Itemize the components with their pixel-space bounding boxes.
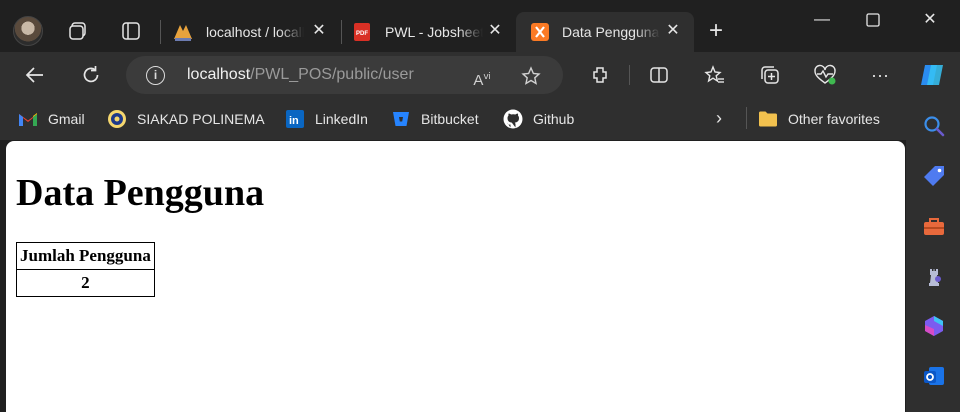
tab-title: localhost / localhost bbox=[206, 24, 304, 40]
toolbar: i localhost/PWL_POS/public/user Aⅵ ··· bbox=[0, 52, 960, 98]
page-title: Data Pengguna bbox=[16, 172, 265, 214]
user-count-value: 2 bbox=[16, 269, 155, 297]
svg-text:PDF: PDF bbox=[356, 31, 368, 37]
games-chess-icon[interactable] bbox=[922, 264, 946, 288]
address-bar[interactable]: i localhost/PWL_POS/public/user Aⅵ bbox=[126, 56, 563, 94]
other-favorites-folder[interactable]: Other favorites bbox=[758, 108, 880, 130]
github-icon bbox=[503, 109, 523, 129]
favorite-star-icon[interactable] bbox=[520, 66, 542, 86]
favorite-bitbucket[interactable]: Bitbucket bbox=[391, 108, 479, 130]
table-header-row: Jumlah Pengguna bbox=[16, 242, 155, 270]
site-info-icon[interactable]: i bbox=[146, 66, 165, 85]
search-icon[interactable] bbox=[922, 114, 946, 138]
collections-icon[interactable] bbox=[757, 62, 783, 88]
extensions-icon[interactable] bbox=[587, 62, 613, 88]
favorite-linkedin[interactable]: in LinkedIn bbox=[285, 108, 368, 130]
edge-sidebar bbox=[906, 98, 960, 412]
tab-data-pengguna[interactable]: Data Pengguna ✕ bbox=[516, 12, 694, 52]
browser-essentials-icon[interactable] bbox=[812, 62, 838, 88]
more-options-icon[interactable]: ··· bbox=[867, 62, 893, 88]
favorite-github[interactable]: Github bbox=[503, 108, 574, 130]
tab-pwl-jobsheet[interactable]: PDF PWL - Jobsheet ✕ bbox=[344, 12, 516, 52]
vertical-tabs-icon[interactable] bbox=[119, 19, 143, 43]
close-tab-icon[interactable]: ✕ bbox=[310, 22, 328, 40]
favorites-icon[interactable] bbox=[702, 62, 728, 88]
copilot-icon[interactable] bbox=[917, 60, 947, 90]
table-header-cell: Jumlah Pengguna bbox=[16, 242, 155, 270]
url-text[interactable]: localhost/PWL_POS/public/user bbox=[187, 66, 414, 84]
back-button[interactable] bbox=[22, 62, 48, 88]
tab-phpmyadmin[interactable]: localhost / localhost ✕ bbox=[166, 12, 340, 52]
tools-toolbox-icon[interactable] bbox=[922, 214, 946, 238]
maximize-button[interactable] bbox=[858, 8, 888, 32]
close-tab-icon[interactable]: ✕ bbox=[664, 22, 682, 40]
web-page: Data Pengguna Jumlah Pengguna 2 bbox=[6, 141, 905, 412]
tab-title: PWL - Jobsheet bbox=[385, 24, 483, 40]
refresh-button[interactable] bbox=[78, 62, 104, 88]
folder-icon bbox=[758, 109, 778, 129]
table-row: 2 bbox=[16, 269, 155, 297]
minimize-button[interactable]: — bbox=[807, 8, 837, 32]
linkedin-icon: in bbox=[285, 109, 305, 129]
outlook-icon[interactable] bbox=[922, 364, 946, 388]
profile-avatar[interactable] bbox=[13, 16, 43, 46]
read-aloud-icon[interactable]: Aⅵ bbox=[471, 66, 493, 89]
favorite-siakad[interactable]: SIAKAD POLINEMA bbox=[107, 108, 265, 130]
polinema-icon bbox=[107, 109, 127, 129]
new-tab-button[interactable]: + bbox=[704, 19, 728, 43]
favorites-bar: Gmail SIAKAD POLINEMA in LinkedIn Bitbuc… bbox=[0, 98, 906, 140]
pdf-icon: PDF bbox=[352, 22, 372, 42]
workspaces-icon[interactable] bbox=[66, 19, 90, 43]
xampp-icon bbox=[530, 22, 550, 42]
close-tab-icon[interactable]: ✕ bbox=[486, 22, 504, 40]
tab-strip: localhost / localhost ✕ PDF PWL - Jobshe… bbox=[0, 0, 960, 52]
microsoft-365-icon[interactable] bbox=[922, 314, 946, 338]
close-window-button[interactable]: ✕ bbox=[915, 8, 945, 32]
split-screen-icon[interactable] bbox=[646, 62, 672, 88]
phpmyadmin-icon bbox=[172, 21, 194, 43]
favorite-gmail[interactable]: Gmail bbox=[18, 108, 85, 130]
bitbucket-icon bbox=[391, 109, 411, 129]
gmail-icon bbox=[18, 109, 38, 129]
user-count-table: Jumlah Pengguna 2 bbox=[16, 242, 155, 297]
shopping-tag-icon[interactable] bbox=[922, 164, 946, 188]
tab-title: Data Pengguna bbox=[562, 24, 660, 40]
svg-text:in: in bbox=[289, 115, 299, 127]
chevron-right-icon[interactable]: › bbox=[716, 108, 722, 129]
